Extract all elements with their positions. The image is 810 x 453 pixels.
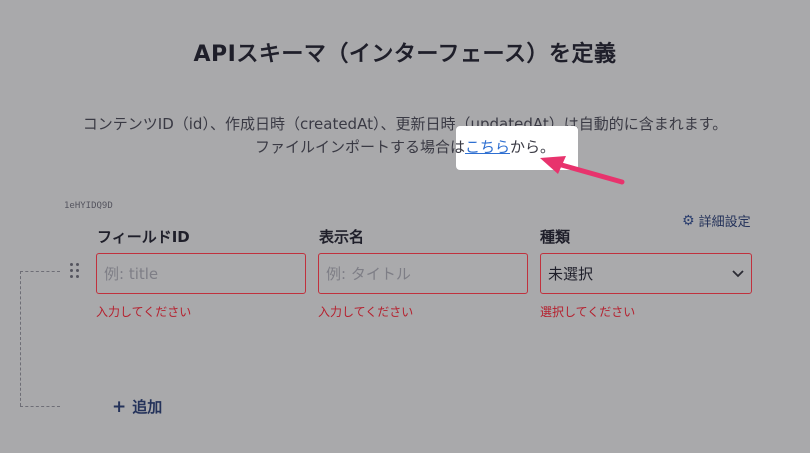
tree-connector-vertical [20,271,21,406]
field-id-placeholder: 例: title [104,265,159,283]
description-line-1: コンテンツID（id）、作成日時（createdAt）、更新日時（updated… [82,115,728,133]
add-field-button[interactable]: + 追加 [112,396,162,417]
tree-connector-bottom [20,406,60,407]
display-name-placeholder: 例: タイトル [326,265,411,283]
gear-icon: ⚙ [682,212,695,229]
import-link[interactable]: こちら [465,138,510,156]
plus-icon: + [112,396,127,417]
advanced-settings-button[interactable]: ⚙ 詳細設定 [682,211,751,231]
field-id-tag: 1eHYIDQ9D [64,201,113,211]
field-id-error: 入力してください [96,305,192,319]
type-select-value: 未選択 [548,265,594,283]
display-name-input[interactable]: 例: タイトル [318,253,528,294]
description-line-2: ファイルインポートする場合はこちらから。 [0,136,810,157]
advanced-settings-label: 詳細設定 [698,215,751,230]
add-field-label: 追加 [132,398,163,416]
description-prefix: ファイルインポートする場合は [254,138,465,156]
page-title: APIスキーマ（インターフェース）を定義 [193,42,617,67]
arrow-icon [540,156,625,185]
field-id-input[interactable]: 例: title [96,253,306,294]
tree-connector-top [20,271,60,272]
chevron-down-icon [732,267,744,281]
display-name-error: 入力してください [318,305,414,319]
type-error: 選択してください [540,305,636,319]
column-header-display-name: 表示名 [319,228,365,246]
type-select[interactable]: 未選択 [540,253,752,294]
column-header-type: 種類 [540,228,571,246]
column-header-field-id: フィールドID [97,228,190,246]
